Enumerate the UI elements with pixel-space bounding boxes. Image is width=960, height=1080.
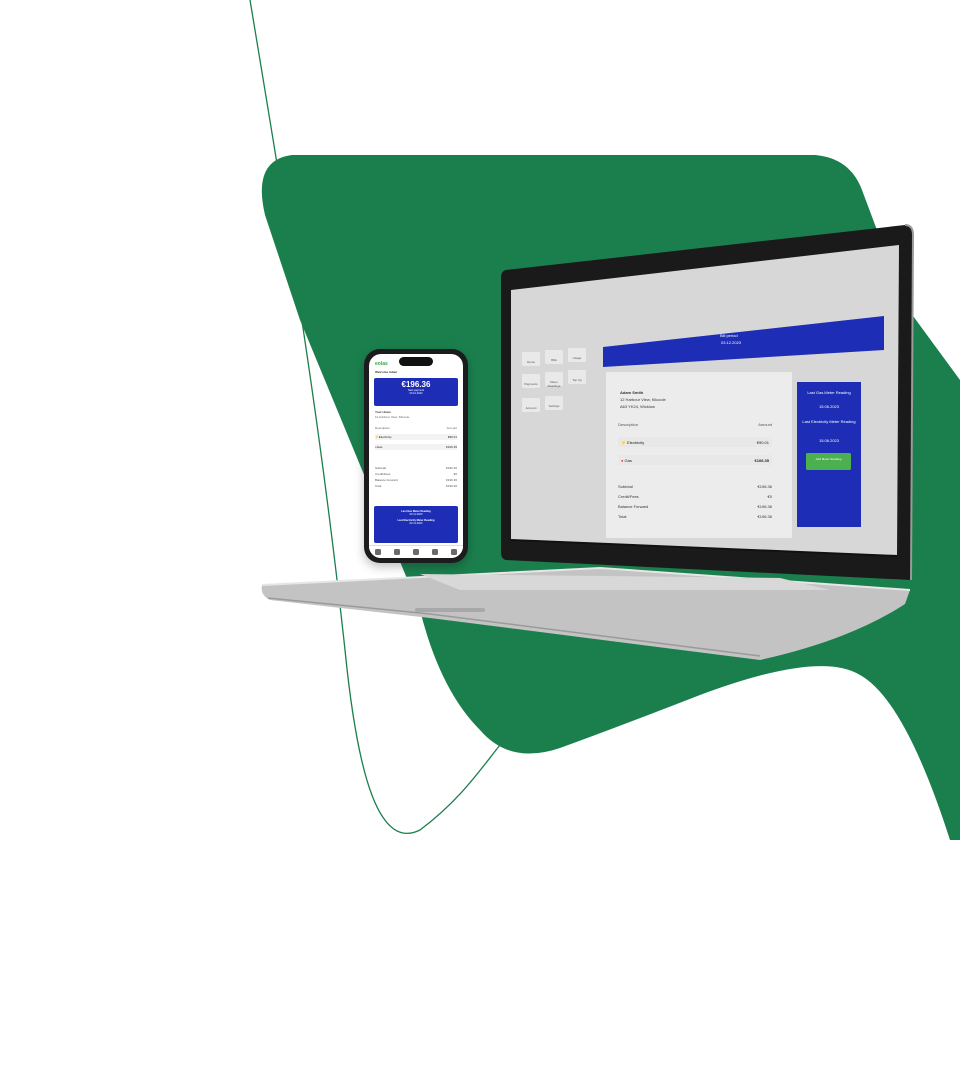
add-meter-reading-button[interactable]: Add Meter Reading <box>806 457 851 461</box>
nav-tile-bills[interactable]: Bills <box>545 350 563 364</box>
phone-table-header: Description Amount <box>375 426 457 430</box>
table-row: ●Gas €106.35 <box>375 444 457 450</box>
summary-row: Credit/Fees €0 <box>618 494 772 499</box>
phone-welcome: Welcome Adam <box>375 370 398 374</box>
nav-tile-meter-readings[interactable]: Meter Readings <box>545 372 563 388</box>
meter-icon[interactable] <box>431 549 438 555</box>
phone-address: 12 Harbour View, Kilcoole <box>375 415 410 419</box>
table-row: ● Gas €106.35 <box>618 455 772 465</box>
summary-row: Balance Forward €196.36 <box>375 478 457 482</box>
electricity-reading-title: Last Electricity Meter Reading <box>802 419 856 424</box>
summary-row: Total €196.36 <box>618 514 772 519</box>
laptop-banner-title: Bill period <box>720 333 738 338</box>
table-row: ⚡ Electricity €90.01 <box>618 437 772 447</box>
summary-row: Subtotal €196.36 <box>618 484 772 489</box>
phone-notch <box>399 357 433 366</box>
phone-logo: eolas <box>375 361 388 367</box>
summary-row: Total €196.36 <box>375 484 457 488</box>
electricity-reading-date: 15.06.2023 <box>818 438 840 443</box>
summary-row: Subtotal €196.36 <box>375 466 457 470</box>
phone-bill-card: €196.36 Next payment 03.12.2023 <box>374 378 458 406</box>
nav-tile-payments[interactable]: Payments <box>522 374 540 388</box>
address-line-2: A63 YK24, Wicklow <box>620 404 655 409</box>
usage-icon[interactable] <box>412 549 419 555</box>
settings-icon[interactable] <box>450 549 457 555</box>
table-row: ⚡Electricity €90.01 <box>375 434 457 440</box>
nav-tile-account[interactable]: Account <box>522 398 540 412</box>
phone-your-home: Your Home <box>375 410 391 414</box>
electricity-icon: ⚡ <box>621 439 626 445</box>
phone-elec-reading-date: 03.11.2023 <box>409 522 423 526</box>
gas-reading-date: 15.06.2023 <box>818 404 840 409</box>
nav-tile-home[interactable]: Home <box>522 352 540 366</box>
phone-screen: eolas Welcome Adam €196.36 Next payment … <box>369 354 463 558</box>
summary-row: Credit/Fees €0 <box>375 472 457 476</box>
address-line-1: 12 Harbour View, Kilcoole <box>620 397 666 402</box>
account-name: Adam Smith <box>620 390 644 395</box>
home-icon[interactable] <box>375 549 382 555</box>
phone-device: eolas Welcome Adam €196.36 Next payment … <box>364 349 468 563</box>
phone-bottom-nav <box>369 545 463 558</box>
phone-bill-date: 03.12.2023 <box>409 392 423 396</box>
add-meter-reading-button-bg <box>806 453 851 470</box>
bill-icon[interactable] <box>394 549 401 555</box>
nav-tile-settings[interactable]: Settings <box>545 396 563 410</box>
summary-row: Balance Forward €196.36 <box>618 504 772 509</box>
gas-reading-title: Last Gas Meter Reading <box>807 390 851 395</box>
phone-readings-card: Last Gas Meter Reading 03.11.2023 Last E… <box>374 506 458 543</box>
phone-gas-reading-date: 03.11.2023 <box>409 513 423 517</box>
hero-illustration <box>249 0 960 840</box>
gas-icon: ● <box>621 457 624 463</box>
nav-tile-top-up[interactable]: Top Up <box>568 370 586 384</box>
phone-bill-amount: €196.36 <box>401 380 431 389</box>
table-header: Description Amount <box>618 422 772 427</box>
laptop-banner-date: 03.12.2023 <box>721 340 742 345</box>
nav-tile-usage[interactable]: Usage <box>568 348 586 362</box>
